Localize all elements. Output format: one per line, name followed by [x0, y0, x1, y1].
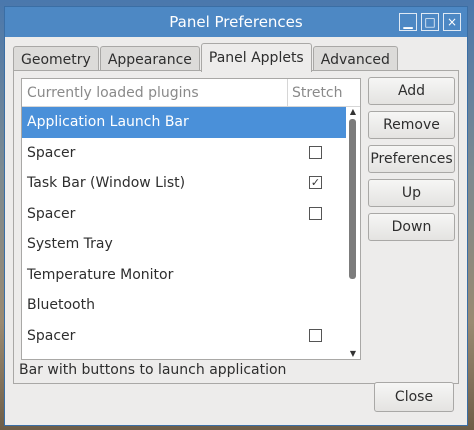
stretch-checkbox[interactable]	[309, 145, 322, 159]
list-item[interactable]: Spacer	[22, 138, 346, 169]
plugin-name: Spacer	[27, 327, 76, 344]
action-buttons: Add Remove Preferences Up Down	[368, 77, 455, 247]
list-scrollbar[interactable]: ▲ ▼	[346, 107, 360, 359]
panel-applets-page: Currently loaded plugins Stretch Applica…	[13, 70, 459, 384]
list-item[interactable]: Bluetooth	[22, 290, 346, 321]
tab-appearance[interactable]: Appearance	[99, 46, 200, 72]
tab-geometry[interactable]: Geometry	[13, 46, 99, 72]
minimize-icon[interactable]: ▁	[399, 13, 417, 31]
plugin-name: System Tray	[27, 236, 113, 253]
column-header-stretch[interactable]: Stretch	[287, 79, 343, 106]
list-item[interactable]: Spacer	[22, 199, 346, 230]
scroll-down-icon[interactable]: ▼	[348, 349, 358, 359]
list-item[interactable]: Temperature Monitor	[22, 260, 346, 291]
list-header: Currently loaded plugins Stretch	[22, 79, 360, 107]
plugin-rows: Application Launch Bar Spacer Task Bar (Wi…	[22, 107, 346, 351]
preferences-button[interactable]: Preferences	[368, 145, 455, 173]
window-title: Panel Preferences	[169, 13, 303, 31]
title-bar[interactable]: Panel Preferences ▁ □ ×	[5, 7, 467, 37]
up-button[interactable]: Up	[368, 179, 455, 207]
close-icon[interactable]: ×	[443, 13, 461, 31]
tab-panel-applets[interactable]: Panel Applets	[200, 43, 312, 72]
plugin-name: Application Launch Bar	[27, 114, 189, 131]
list-item[interactable]: Spacer	[22, 321, 346, 352]
list-item[interactable]: Task Bar (Window List) ✓	[22, 168, 346, 199]
scroll-thumb[interactable]	[349, 119, 356, 279]
close-button[interactable]: Close	[374, 382, 454, 412]
tab-advanced[interactable]: Advanced	[312, 46, 398, 72]
column-header-plugins[interactable]: Currently loaded plugins	[22, 85, 287, 101]
tab-bar: Geometry Appearance Panel Applets Advanc…	[13, 43, 399, 72]
panel-preferences-window: Panel Preferences ▁ □ × Geometry Appeara…	[4, 6, 468, 426]
scroll-up-icon[interactable]: ▲	[348, 107, 358, 117]
plugin-name: Spacer	[27, 144, 76, 161]
plugin-list[interactable]: Currently loaded plugins Stretch Applica…	[21, 78, 361, 360]
plugin-name: Temperature Monitor	[27, 266, 174, 283]
plugin-name: Spacer	[27, 205, 76, 222]
remove-button[interactable]: Remove	[368, 111, 455, 139]
status-text: Bar with buttons to launch application	[19, 362, 287, 378]
maximize-icon[interactable]: □	[421, 13, 439, 31]
plugin-name: Bluetooth	[27, 297, 95, 314]
window-controls: ▁ □ ×	[399, 13, 461, 31]
stretch-checkbox[interactable]	[309, 206, 322, 220]
list-item[interactable]: Application Launch Bar	[22, 107, 346, 138]
stretch-checkbox[interactable]: ✓	[309, 176, 322, 189]
plugin-name: Task Bar (Window List)	[27, 175, 186, 192]
down-button[interactable]: Down	[368, 213, 455, 241]
add-button[interactable]: Add	[368, 77, 455, 105]
list-item[interactable]: System Tray	[22, 229, 346, 260]
stretch-checkbox[interactable]	[309, 328, 322, 342]
